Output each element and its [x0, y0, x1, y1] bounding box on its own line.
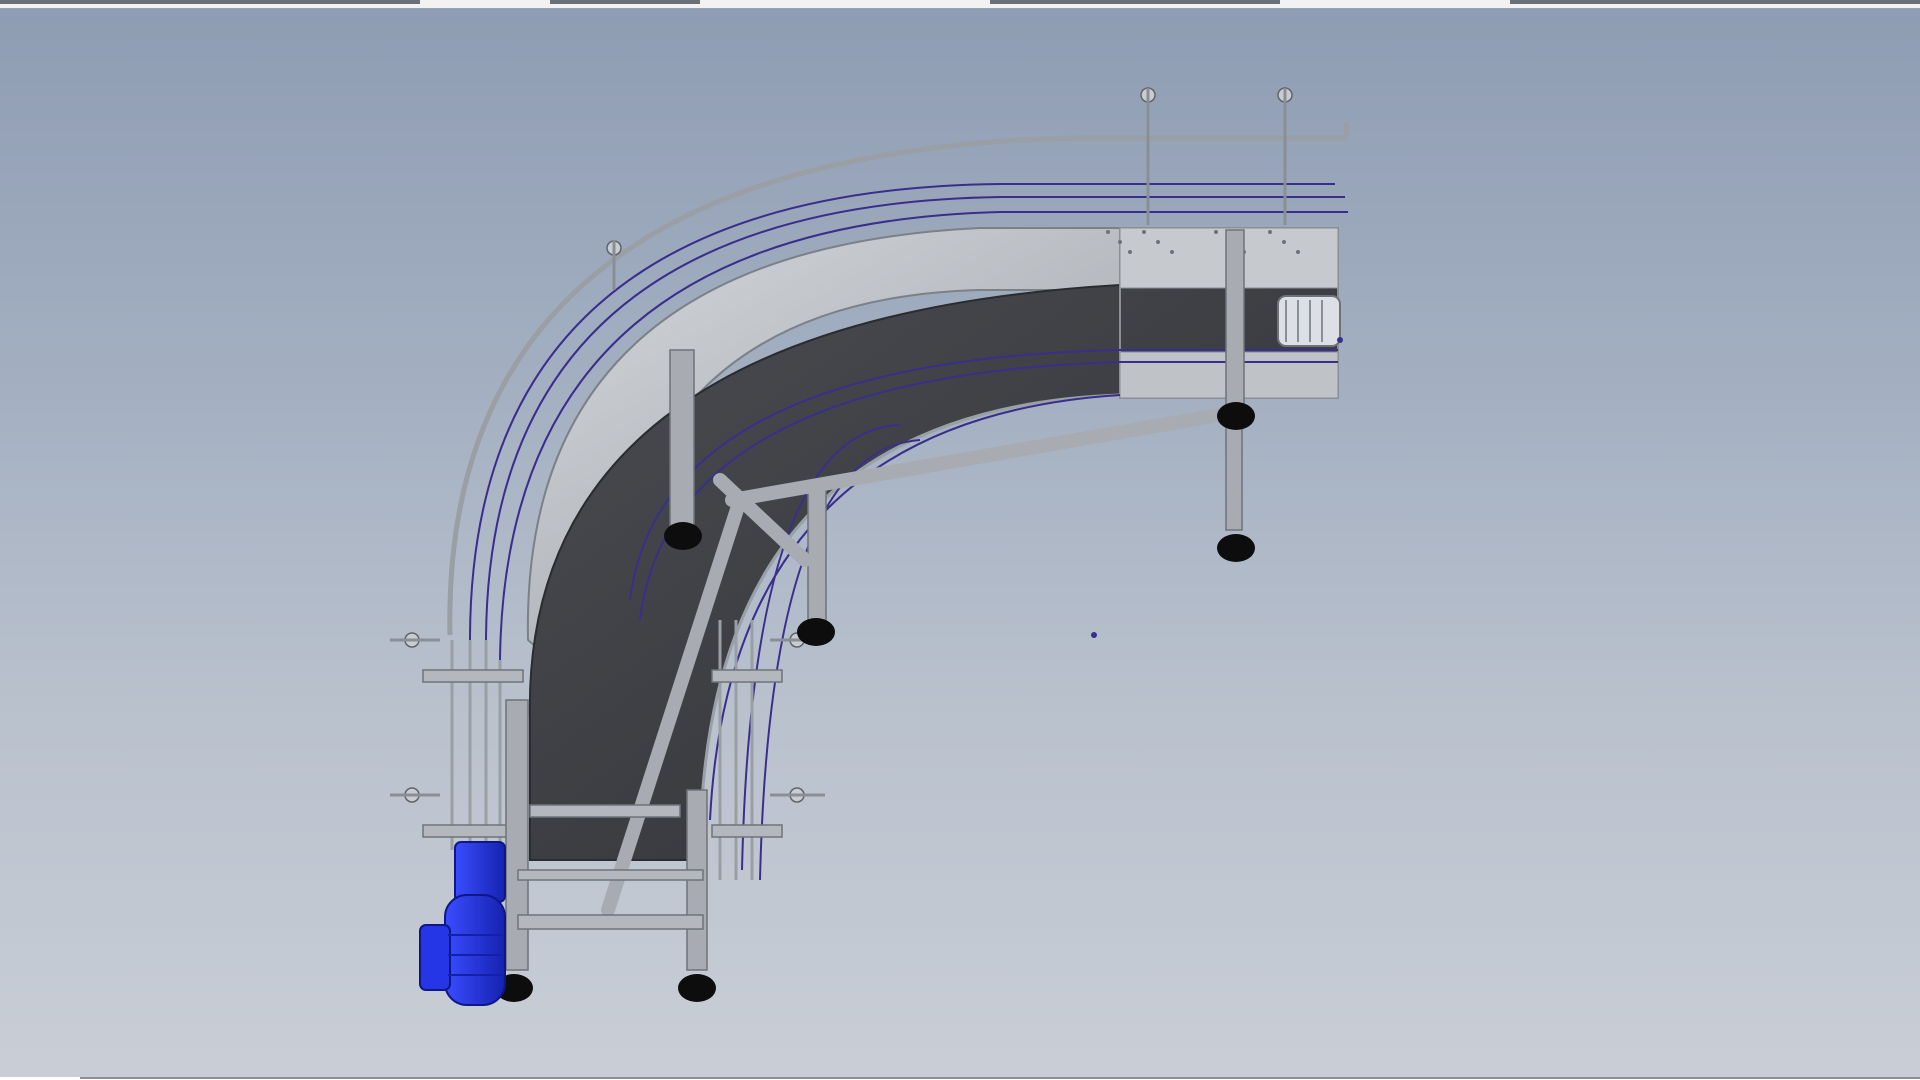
bottom-status-line [80, 1077, 1920, 1079]
3d-viewport[interactable] [0, 0, 1920, 1080]
sketch-point[interactable] [1091, 632, 1097, 638]
drive-motor-icon[interactable] [419, 841, 506, 1006]
sketch-point[interactable] [1337, 337, 1343, 343]
conveyor-model-icon[interactable] [390, 87, 1350, 1006]
drive-drum-icon[interactable] [1277, 295, 1341, 347]
cad-application-window [0, 0, 1920, 1080]
